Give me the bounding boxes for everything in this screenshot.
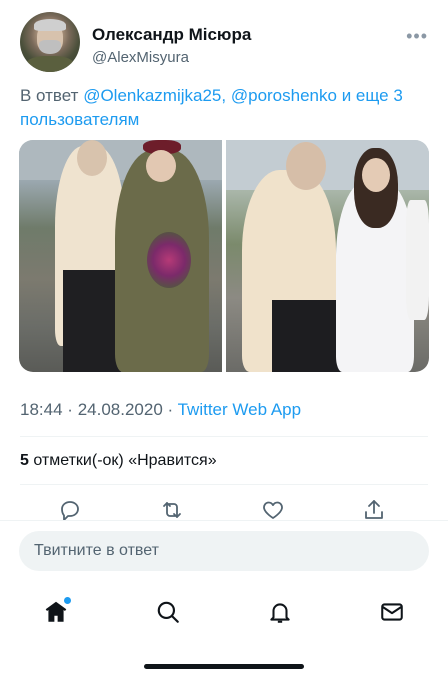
avatar-hair bbox=[34, 19, 66, 31]
tweet-photo[interactable] bbox=[226, 140, 429, 372]
avatar[interactable] bbox=[20, 12, 80, 72]
separator: · bbox=[67, 400, 73, 419]
reply-prefix: В ответ bbox=[20, 86, 79, 105]
tweet-time: 18:44 bbox=[20, 400, 63, 419]
search-icon[interactable] bbox=[152, 596, 184, 628]
reply-input[interactable]: Твитните в ответ bbox=[19, 531, 429, 571]
bystander bbox=[406, 200, 429, 320]
avatar-shirt bbox=[26, 56, 74, 72]
notification-dot bbox=[64, 597, 71, 604]
man-head bbox=[77, 140, 107, 176]
mention-link[interactable]: @poroshenko bbox=[231, 86, 337, 105]
tweet-header: Олександр Місюра @AlexMisyura ••• bbox=[20, 12, 428, 76]
likes-summary[interactable]: 5 отметки(-ок) «Нравится» bbox=[20, 452, 217, 470]
tweet-timestamp: 18:44 · 24.08.2020 · Twitter Web App bbox=[20, 400, 301, 420]
avatar-beard bbox=[39, 40, 61, 54]
man-head bbox=[286, 142, 326, 190]
tweet-date: 24.08.2020 bbox=[77, 400, 163, 419]
more-users-link[interactable]: и еще 3 bbox=[342, 86, 403, 105]
more-icon[interactable]: ••• bbox=[406, 26, 428, 47]
home-icon[interactable] bbox=[40, 596, 72, 628]
tweet-media[interactable] bbox=[19, 140, 429, 372]
tweet-photo[interactable] bbox=[19, 140, 222, 372]
reply-context: В ответ @Olenkazmijka25, @poroshenko и е… bbox=[20, 86, 403, 129]
likes-count: 5 bbox=[20, 452, 29, 469]
mention-link[interactable]: @Olenkazmijka25 bbox=[83, 86, 221, 105]
sky-bg bbox=[226, 140, 429, 190]
source-app-link[interactable]: Twitter Web App bbox=[178, 400, 301, 419]
author-handle[interactable]: @AlexMisyura bbox=[92, 49, 189, 66]
flower-bouquet bbox=[147, 232, 191, 288]
likes-label: отметки(-ок) «Нравится» bbox=[33, 452, 217, 469]
divider bbox=[20, 436, 428, 437]
bottom-tab-bar bbox=[0, 588, 448, 634]
woman-head bbox=[362, 158, 390, 192]
users-link[interactable]: пользователям bbox=[20, 110, 139, 129]
divider bbox=[20, 484, 428, 485]
mail-icon[interactable] bbox=[376, 596, 408, 628]
home-indicator bbox=[144, 664, 304, 669]
author-name[interactable]: Олександр Місюра bbox=[92, 25, 251, 45]
man-trousers bbox=[63, 270, 121, 372]
separator: · bbox=[167, 400, 174, 419]
bell-icon[interactable] bbox=[264, 596, 296, 628]
woman-head bbox=[146, 150, 176, 182]
